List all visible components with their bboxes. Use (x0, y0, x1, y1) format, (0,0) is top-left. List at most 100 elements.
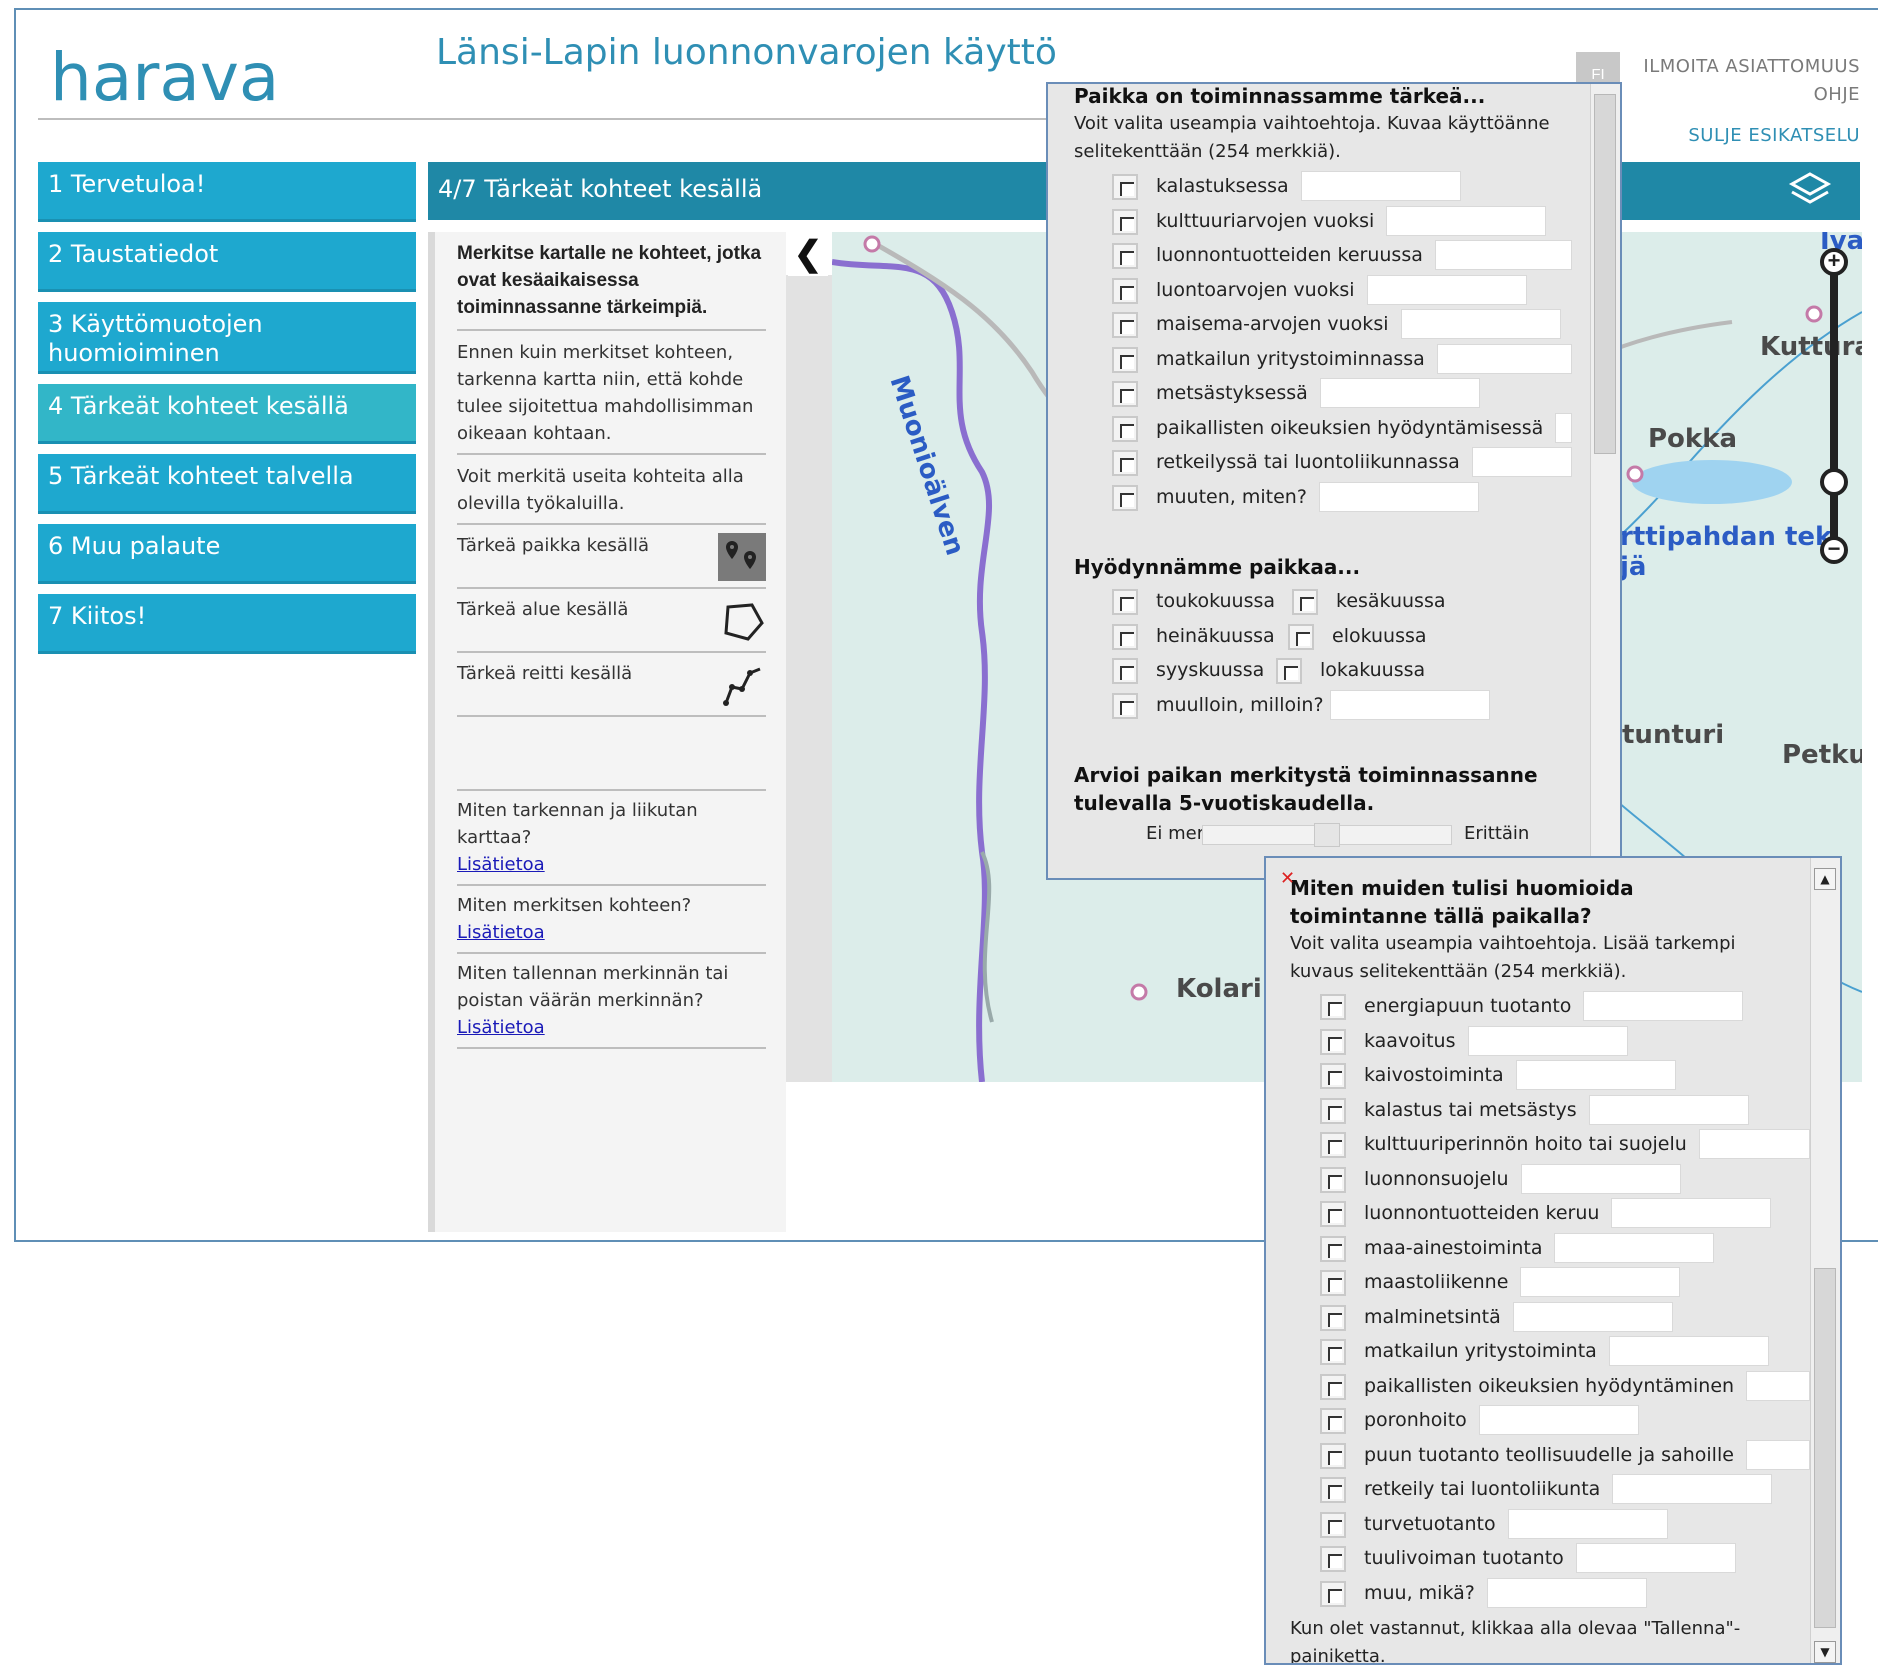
zoom-in-icon[interactable]: + (1820, 248, 1848, 276)
scroll-up-icon[interactable]: ▲ (1814, 868, 1836, 890)
nav-step-2[interactable]: 2 Taustatiedot (38, 232, 416, 292)
checkbox[interactable] (1112, 312, 1138, 338)
checkbox[interactable] (1112, 243, 1138, 269)
more-info-link[interactable]: Lisätietoa (457, 854, 545, 875)
zoom-out-icon[interactable]: − (1820, 536, 1848, 564)
checkbox[interactable] (1112, 208, 1138, 235)
tool-route[interactable]: Tärkeä reitti kesällä (457, 653, 766, 717)
option-description-input[interactable] (1745, 1439, 1810, 1470)
nav-step-1[interactable]: 1 Tervetuloa! (38, 162, 416, 222)
checkbox[interactable] (1276, 658, 1302, 684)
zoom-handle[interactable] (1820, 468, 1848, 496)
checkbox[interactable] (1320, 1097, 1346, 1124)
polyline-icon[interactable] (718, 661, 766, 709)
checkbox[interactable] (1320, 1270, 1346, 1296)
option-description-input[interactable] (1386, 205, 1547, 236)
option-description-input[interactable] (1434, 240, 1572, 270)
point-marker-icon[interactable] (718, 533, 766, 581)
more-info-link[interactable]: Lisätietoa (457, 1017, 545, 1038)
checkbox[interactable] (1320, 1166, 1346, 1193)
checkbox[interactable] (1320, 1511, 1346, 1538)
checkbox[interactable] (1320, 1028, 1346, 1055)
checkbox[interactable] (1320, 1442, 1346, 1469)
option-description-input[interactable] (1436, 343, 1572, 374)
option-description-input[interactable] (1471, 447, 1572, 477)
more-info-link[interactable]: Lisätietoa (457, 922, 545, 943)
option-description-input[interactable] (1467, 1025, 1628, 1056)
option-description-input[interactable] (1486, 1577, 1647, 1608)
checkbox[interactable] (1292, 589, 1318, 615)
checkbox[interactable] (1320, 1304, 1346, 1331)
checkbox[interactable] (1112, 484, 1138, 511)
option-description-input[interactable] (1478, 1405, 1639, 1435)
option-description-input[interactable] (1608, 1336, 1769, 1366)
checkbox[interactable] (1320, 1373, 1346, 1400)
checkbox[interactable] (1112, 277, 1138, 304)
zoom-slider[interactable] (1830, 250, 1838, 550)
checkbox[interactable] (1112, 415, 1138, 442)
checkbox[interactable] (1320, 1132, 1346, 1158)
option-description-input[interactable] (1507, 1508, 1668, 1539)
checkbox[interactable] (1320, 1063, 1346, 1089)
option-description-input[interactable] (1515, 1060, 1676, 1090)
option-description-input[interactable] (1555, 412, 1572, 443)
layers-icon[interactable] (1788, 170, 1832, 210)
option-description-input[interactable] (1300, 171, 1461, 201)
option-row: muuten, miten? (1074, 481, 1620, 516)
option-description-input[interactable] (1698, 1129, 1810, 1159)
collapse-panel-chevron-icon[interactable]: ❮ (788, 232, 828, 276)
scroll-down-icon[interactable]: ▼ (1814, 1641, 1836, 1663)
nav-step-4[interactable]: 4 Tärkeät kohteet kesällä (38, 384, 416, 444)
rating-slider-thumb[interactable] (1314, 823, 1340, 847)
checkbox[interactable] (1320, 1339, 1346, 1365)
option-row: retkeily tai luontoliikunta (1290, 1473, 1840, 1508)
checkbox[interactable] (1288, 623, 1314, 650)
checkbox[interactable] (1112, 346, 1138, 373)
option-description-input[interactable] (1611, 1198, 1772, 1228)
option-description-input[interactable] (1318, 481, 1479, 512)
option-description-input[interactable] (1520, 1267, 1681, 1297)
option-description-input[interactable] (1366, 274, 1527, 305)
option-description-input[interactable] (1612, 1474, 1773, 1504)
tool-area[interactable]: Tärkeä alue kesällä (457, 589, 766, 653)
close-preview-link[interactable]: SULJE ESIKATSELU (1688, 125, 1860, 146)
checkbox[interactable] (1320, 1235, 1346, 1262)
checkbox[interactable] (1112, 450, 1138, 476)
option-description-input[interactable] (1319, 378, 1480, 408)
checkbox[interactable] (1320, 994, 1346, 1020)
nav-step-7[interactable]: 7 Kiitos! (38, 594, 416, 654)
option-description-input[interactable] (1512, 1301, 1673, 1332)
report-inappropriate-link[interactable]: ILMOITA ASIATTOMUUS (1643, 56, 1860, 77)
checkbox[interactable] (1320, 1477, 1346, 1503)
nav-step-6[interactable]: 6 Muu palaute (38, 524, 416, 584)
close-icon[interactable]: ✕ (1280, 868, 1295, 889)
checkbox[interactable] (1320, 1201, 1346, 1227)
checkbox[interactable] (1112, 174, 1138, 200)
tool-point[interactable]: Tärkeä paikka kesällä (457, 525, 766, 589)
option-description-input[interactable] (1520, 1163, 1681, 1194)
other-time-input[interactable] (1330, 689, 1490, 720)
nav-step-5[interactable]: 5 Tärkeät kohteet talvella (38, 454, 416, 514)
option-description-input[interactable] (1746, 1370, 1810, 1401)
nav-step-3[interactable]: 3 Käyttömuotojen huomioiminen (38, 302, 416, 374)
option-description-input[interactable] (1575, 1543, 1736, 1573)
option-row: poronhoito (1290, 1404, 1840, 1439)
checkbox[interactable] (1112, 692, 1138, 719)
option-description-input[interactable] (1588, 1094, 1749, 1125)
option-description-input[interactable] (1554, 1232, 1715, 1263)
checkbox[interactable] (1320, 1580, 1346, 1607)
option-description-input[interactable] (1400, 309, 1561, 339)
checkbox-label: muuten, miten? (1156, 485, 1307, 508)
help-question: Miten tarkennan ja liikutan karttaa? (457, 800, 698, 848)
checkbox[interactable] (1112, 623, 1138, 650)
option-row: metsästyksessä (1074, 377, 1620, 412)
checkbox[interactable] (1320, 1408, 1346, 1434)
checkbox[interactable] (1112, 658, 1138, 684)
checkbox[interactable] (1320, 1546, 1346, 1572)
checkbox[interactable] (1112, 381, 1138, 407)
option-row: maastoliikenne (1290, 1266, 1840, 1301)
polygon-icon[interactable] (718, 597, 766, 645)
help-link[interactable]: OHJE (1814, 84, 1860, 105)
checkbox[interactable] (1112, 589, 1138, 615)
option-description-input[interactable] (1583, 991, 1744, 1021)
